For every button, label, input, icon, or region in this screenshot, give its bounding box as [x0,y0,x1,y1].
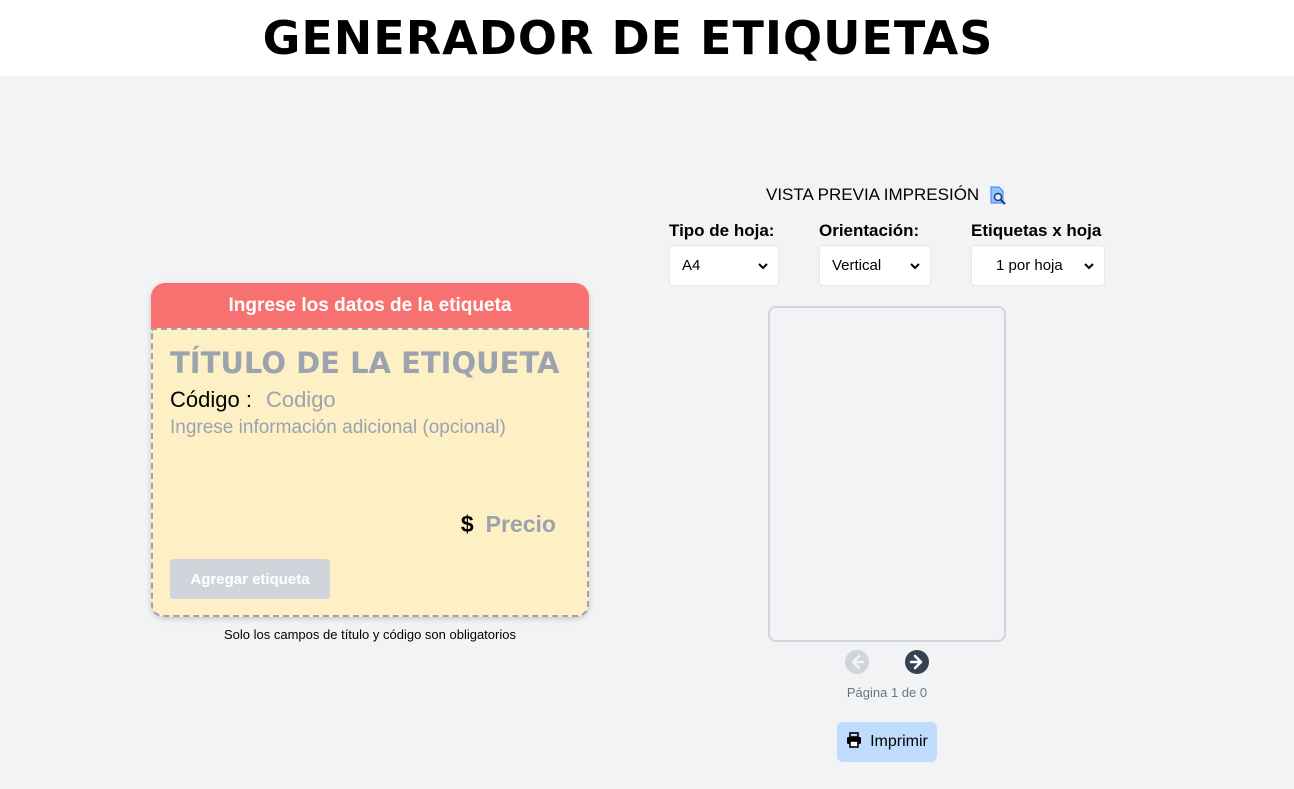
code-input[interactable]: Codigo [266,387,336,413]
print-button[interactable]: Imprimir [837,722,937,762]
per-sheet-label: Etiquetas x hoja [971,221,1102,240]
page-indicator: Página 1 de 0 [846,685,928,700]
form-heading-bar: Ingrese los datos de la etiqueta [151,283,589,328]
printer-icon [846,731,862,753]
chevron-down-icon [1084,259,1094,273]
orientation-select[interactable]: Vertical [819,245,931,286]
page-title: GENERADOR DE ETIQUETAS [262,11,994,65]
per-sheet-select[interactable]: 1 por hoja [971,245,1105,286]
required-fields-note: Solo los campos de título y código son o… [224,627,516,642]
add-label-button[interactable]: Agregar etiqueta [170,559,330,599]
code-row: Código : Codigo [170,387,336,413]
code-label: Código : [170,387,252,412]
preview-heading: VISTA PREVIA IMPRESIÓN [766,185,1007,205]
app-header: GENERADOR DE ETIQUETAS [0,0,1294,76]
print-button-label: Imprimir [870,733,928,750]
label-form-body: TÍTULO DE LA ETIQUETA Código : Codigo In… [151,328,589,617]
price-row: $ Precio [461,511,556,538]
sheet-type-value: A4 [682,257,701,274]
chevron-down-icon [910,259,920,273]
preview-title-text: VISTA PREVIA IMPRESIÓN [766,185,980,204]
orientation-label: Orientación: [819,221,920,240]
next-page-button[interactable] [905,650,929,674]
print-preview-icon [989,186,1007,205]
dollar-sign: $ [460,511,474,537]
arrow-left-icon [845,650,869,674]
label-form-card: Ingrese los datos de la etiqueta TÍTULO … [151,283,589,617]
form-heading: Ingrese los datos de la etiqueta [228,294,512,316]
sheet-type-label: Tipo de hoja: [669,221,775,240]
per-sheet-value: 1 por hoja [996,257,1063,274]
orientation-value: Vertical [832,257,882,274]
label-title-input[interactable]: TÍTULO DE LA ETIQUETA [170,346,559,380]
chevron-down-icon [758,259,768,273]
price-input[interactable]: Precio [486,511,556,538]
additional-info-input[interactable]: Ingrese información adicional (opcional) [170,417,506,439]
prev-page-button[interactable] [845,650,869,674]
arrow-right-icon [905,650,929,674]
print-preview-page [768,306,1006,642]
sheet-type-select[interactable]: A4 [669,245,779,286]
